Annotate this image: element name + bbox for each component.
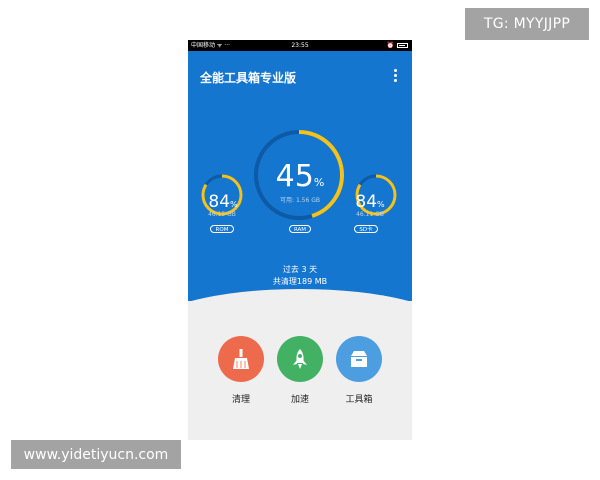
toolbox-label: 工具箱 <box>345 395 373 405</box>
gauge-rom-label: ROM <box>210 225 234 233</box>
gauge-sd-percent: 84% <box>355 192 385 212</box>
phone-screen: 中国移动 ᯤ ··· 23:55 ⏰ 全能工具箱专业版 84% 46.15 GB… <box>188 40 412 440</box>
broom-icon <box>233 349 249 369</box>
summary-period: 过去 3 天 <box>282 265 318 274</box>
speedup-button[interactable]: 加速 <box>275 336 325 405</box>
gauge-ram-label: RAM <box>289 225 311 233</box>
toolbox-icon <box>351 351 367 367</box>
clean-button[interactable]: 清理 <box>216 336 266 405</box>
gauge-ram-percent: 45% <box>275 159 325 194</box>
alarm-icon: ⏰ <box>386 42 394 49</box>
status-time: 23:55 <box>291 42 309 49</box>
watermark-bottom: www.yidetiyucn.com <box>11 440 181 469</box>
status-bar: 中国移动 ᯤ ··· 23:55 ⏰ <box>188 40 412 51</box>
status-icons: ⏰ <box>387 40 408 51</box>
clean-circle[interactable] <box>218 336 264 382</box>
speedup-label: 加速 <box>290 395 309 405</box>
speedup-circle[interactable] <box>277 336 323 382</box>
app-title: 全能工具箱专业版 <box>200 71 297 85</box>
rocket-icon <box>293 349 307 369</box>
action-buttons: 清理 加速 工具箱 <box>188 336 412 416</box>
gauge-ram-sub: 可用: 1.56 GB <box>280 197 320 204</box>
clean-label: 清理 <box>231 395 250 405</box>
more-menu-icon[interactable] <box>391 69 399 85</box>
gauge-rom-sub: 46.15 GB <box>208 211 236 218</box>
watermark-top: TG: MYYJJPP <box>465 8 589 40</box>
summary-cleaned: 共清理189 MB <box>272 277 328 286</box>
gauge-rom-percent: 84% <box>208 192 238 212</box>
gauge-sd-label: SD卡 <box>354 225 378 233</box>
toolbox-button[interactable]: 工具箱 <box>334 336 384 405</box>
battery-icon <box>397 43 408 48</box>
gauge-sd-sub: 46.11 GB <box>356 211 384 218</box>
toolbox-circle[interactable] <box>336 336 382 382</box>
